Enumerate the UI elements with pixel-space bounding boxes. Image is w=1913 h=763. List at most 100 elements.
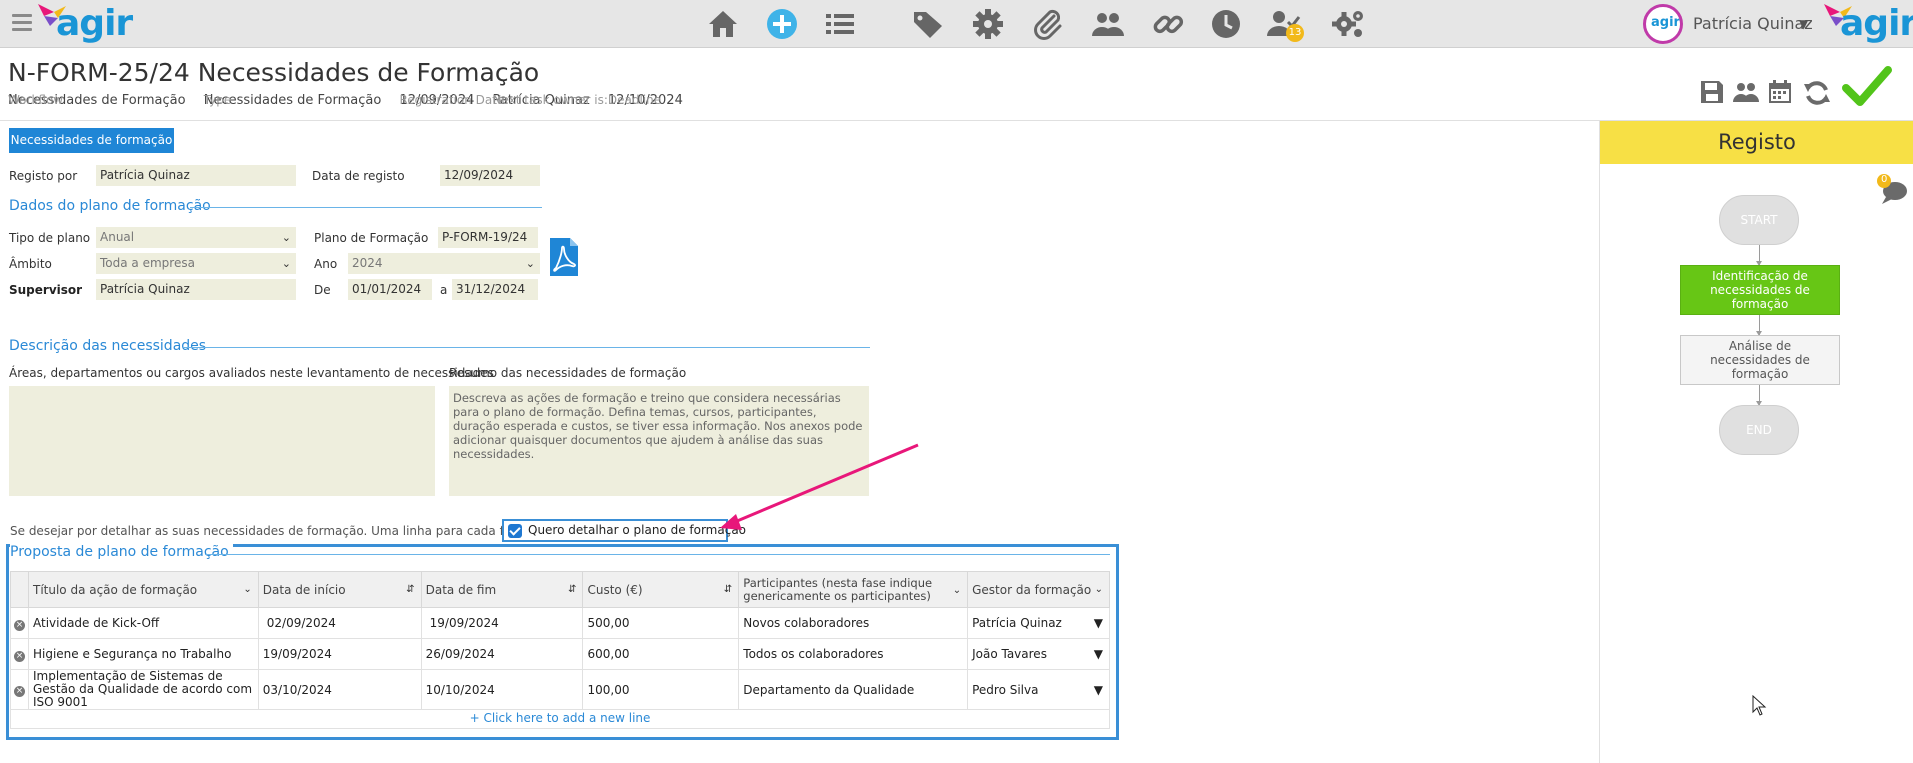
pdf-icon[interactable] (550, 238, 578, 276)
save-icon[interactable] (1698, 78, 1726, 109)
plano-formacao-label: Plano de Formação (314, 231, 429, 245)
grid-header-blank (10, 571, 29, 608)
cell-gestor[interactable]: João Tavares ▼ (967, 638, 1110, 670)
tag-icon[interactable] (910, 6, 946, 42)
wf-node-end[interactable]: END (1719, 405, 1799, 455)
wf-node-identificacao[interactable]: Identificação de necessidades de formaçã… (1680, 265, 1840, 315)
link-icon[interactable] (1150, 6, 1186, 42)
chevron-down-icon[interactable]: ▼ (1094, 616, 1103, 630)
col-titulo[interactable]: Título da ação de formação ⌄ (27, 571, 259, 608)
areas-label: Áreas, departamentos ou cargos avaliados… (9, 366, 494, 380)
cell-inicio[interactable]: 02/09/2024 (257, 607, 422, 639)
col-custo[interactable]: Custo (€) ⇵ (582, 571, 740, 608)
chevron-down-icon[interactable]: ⌄ (953, 584, 961, 597)
chevron-down-icon[interactable]: ▼ (1094, 683, 1103, 697)
calendar-icon[interactable] (1766, 78, 1794, 109)
detail-checkbox-group[interactable]: Quero detalhar o plano de formação (502, 519, 746, 542)
col-gestor[interactable]: Gestor da formação ⌄ (967, 571, 1110, 608)
add-line-button[interactable]: + Click here to add a new line (10, 707, 1110, 729)
registo-por-field[interactable]: Patrícia Quinaz (96, 165, 296, 186)
menu-icon[interactable] (12, 14, 32, 32)
registo-por-label: Registo por (9, 169, 78, 183)
table-row[interactable]: × Implementação de Sistemas de Gestão da… (10, 669, 1110, 710)
users-icon[interactable] (1732, 78, 1760, 109)
comment-count: 0 (1881, 174, 1888, 185)
wf-node-start[interactable]: START (1719, 195, 1799, 245)
chevron-down-icon: ⌄ (281, 231, 291, 244)
table-row[interactable]: × Higiene e Segurança no Trabalho 19/09/… (10, 638, 1110, 670)
check-icon[interactable] (1842, 64, 1892, 113)
section-dados-plano: Dados do plano de formação (9, 198, 211, 214)
wf-connector (1756, 315, 1762, 336)
cell-inicio[interactable]: 19/09/2024 (257, 638, 422, 670)
chevron-down-icon[interactable]: ▼ (1094, 647, 1103, 661)
training-plan-table: Título da ação de formação ⌄ Data de iníc… (10, 571, 1110, 710)
chevron-down-icon[interactable]: ⌄ (243, 584, 251, 595)
sort-icon[interactable]: ⇵ (724, 584, 732, 595)
add-icon[interactable] (764, 6, 800, 42)
a-date-field[interactable]: 31/12/2024 (452, 279, 538, 300)
wf-node-analise[interactable]: Análise de necessidades de formação (1680, 335, 1840, 385)
delete-row-icon[interactable]: × (13, 619, 25, 631)
chevron-down-icon: ⌄ (281, 257, 291, 270)
sort-icon[interactable]: ⇵ (406, 584, 414, 595)
de-date-field[interactable]: 01/01/2024 (348, 279, 432, 300)
gear-icon[interactable] (970, 6, 1006, 42)
cell-gestor[interactable]: Patrícia Quinaz ▼ (967, 607, 1110, 639)
cell-participantes[interactable]: Departamento da Qualidade (738, 669, 969, 710)
ano-select[interactable]: 2024 ⌄ (348, 253, 540, 274)
col-participantes[interactable]: Participantes (nesta fase indique generi… (738, 571, 969, 608)
plano-formacao-field[interactable]: P-FORM-19/24 (438, 227, 538, 248)
tab-necessidades[interactable]: Necessidades de formação (9, 128, 174, 153)
data-registo-label: Data de registo (312, 169, 405, 183)
ambito-label: Âmbito (9, 257, 52, 271)
gears-icon[interactable] (1330, 6, 1366, 42)
data-registo-field[interactable]: 12/09/2024 (440, 165, 540, 186)
cell-custo[interactable]: 100,00 (582, 669, 740, 710)
cell-gestor[interactable]: Pedro Silva ▼ (967, 669, 1110, 710)
cell-fim[interactable]: 26/09/2024 (420, 638, 584, 670)
detail-checkbox[interactable] (508, 524, 522, 538)
cell-titulo[interactable]: Implementação de Sistemas de Gestão da Q… (27, 669, 259, 710)
cell-custo[interactable]: 500,00 (582, 607, 740, 639)
tasks-badge: 13 (1286, 24, 1304, 42)
cell-custo[interactable]: 600,00 (582, 638, 740, 670)
table-row[interactable]: × Atividade de Kick-Off 02/09/2024 19/09… (10, 607, 1110, 639)
cell-fim[interactable]: 10/10/2024 (420, 669, 584, 710)
cell-participantes[interactable]: Novos colaboradores (738, 607, 969, 639)
agir-logo[interactable]: agir (36, 2, 133, 44)
supervisor-label: Supervisor (9, 283, 83, 297)
section-divider (190, 207, 542, 208)
supervisor-field[interactable]: Patrícia Quinaz (96, 279, 296, 300)
section-divider (182, 347, 870, 348)
paperclip-icon[interactable] (1030, 6, 1066, 42)
user-check-icon[interactable]: 13 (1266, 6, 1304, 42)
top-bar: agir 13 agir Patrícia Quinaz ▼ agir (0, 0, 1913, 48)
mouse-cursor-icon (1752, 695, 1767, 716)
wf-connector (1756, 245, 1762, 266)
chevron-down-icon: ▼ (1799, 17, 1809, 31)
home-icon[interactable] (705, 6, 741, 42)
col-data-inicio[interactable]: Data de início ⇵ (257, 571, 422, 608)
delete-row-icon[interactable]: × (13, 650, 25, 662)
refresh-icon[interactable] (1802, 78, 1832, 111)
clock-icon[interactable] (1208, 6, 1244, 42)
sort-icon[interactable]: ⇵ (568, 584, 576, 595)
cell-titulo[interactable]: Higiene e Segurança no Trabalho (27, 638, 259, 670)
delete-row-icon[interactable]: × (13, 686, 25, 697)
tipo-plano-select[interactable]: Anual ⌄ (96, 227, 296, 248)
ambito-select[interactable]: Toda a empresa ⌄ (96, 253, 296, 274)
chevron-down-icon[interactable]: ⌄ (1095, 584, 1103, 595)
comment-icon[interactable]: 0 (1876, 173, 1907, 204)
de-label: De (314, 283, 331, 297)
areas-textarea[interactable] (9, 386, 435, 496)
users-icon[interactable] (1090, 6, 1126, 42)
cell-fim[interactable]: 19/09/2024 (420, 607, 584, 639)
col-data-fim[interactable]: Data de fim ⇵ (420, 571, 584, 608)
list-icon[interactable] (822, 6, 858, 42)
cell-participantes[interactable]: Todos os colaboradores (738, 638, 969, 670)
cell-inicio[interactable]: 03/10/2024 (257, 669, 422, 710)
cell-titulo[interactable]: Atividade de Kick-Off (27, 607, 259, 639)
avatar: agir (1643, 4, 1683, 44)
tipo-plano-label: Tipo de plano (9, 231, 91, 245)
